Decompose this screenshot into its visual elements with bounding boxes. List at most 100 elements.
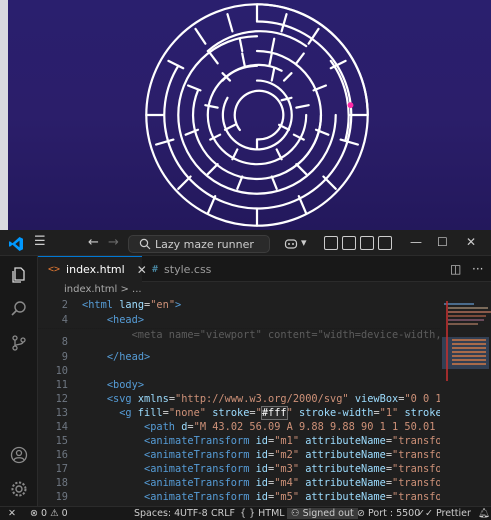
code-token: head bbox=[119, 351, 145, 363]
code-line[interactable]: 8 bbox=[38, 335, 440, 350]
code-editor[interactable]: 2 <html lang="en"> 4 <head> <meta name="vi… bbox=[38, 297, 440, 506]
accounts-status[interactable]: ⚇ Signed out bbox=[287, 508, 358, 519]
code-token: "m1" bbox=[274, 435, 300, 447]
broadcast-icon: ⊘ bbox=[357, 508, 365, 519]
indentation-status[interactable]: Spaces: 4 bbox=[134, 508, 180, 519]
back-arrow-icon[interactable]: ← bbox=[88, 235, 99, 250]
tab-index-html[interactable]: <> index.html ✕ bbox=[38, 256, 147, 282]
code-line[interactable]: 14 <path d="M 43.02 56.09 A 9.88 9.88 90… bbox=[38, 420, 440, 435]
code-token: animateTransform bbox=[150, 463, 250, 475]
activity-bar bbox=[0, 256, 38, 506]
live-server-port-status[interactable]: ⊘ Port : 5500 bbox=[357, 508, 420, 519]
code-token: stroke-linecap bbox=[404, 407, 440, 419]
split-editor-icon[interactable]: ◫ bbox=[450, 262, 461, 276]
more-actions-icon[interactable]: ··· bbox=[472, 262, 483, 276]
line-number: 16 bbox=[55, 449, 68, 461]
sticky-scroll-line[interactable]: 4 <head> bbox=[38, 313, 440, 328]
eol-status[interactable]: CRLF bbox=[211, 508, 235, 519]
double-check-icon: ✓✓ bbox=[417, 508, 433, 519]
code-token: stroke bbox=[206, 407, 250, 419]
minimap[interactable] bbox=[440, 297, 491, 506]
toggle-primary-sidebar-icon[interactable] bbox=[324, 236, 338, 250]
code-token: viewBox bbox=[348, 393, 399, 405]
prettier-status[interactable]: ✓✓ Prettier bbox=[417, 508, 471, 519]
warning-icon: ⚠ bbox=[50, 508, 59, 519]
code-line[interactable]: 10 bbox=[38, 364, 440, 379]
breadcrumb[interactable]: index.html > ... bbox=[38, 282, 491, 297]
language-label: HTML bbox=[258, 508, 285, 519]
tab-label: style.css bbox=[164, 262, 212, 276]
remote-indicator-icon[interactable]: ✕ bbox=[0, 508, 24, 520]
line-number: 4 bbox=[61, 314, 68, 326]
encoding-status[interactable]: UTF-8 bbox=[180, 508, 208, 519]
search-view-icon[interactable] bbox=[10, 300, 28, 318]
code-line[interactable]: 13 <g fill="none" stroke="#fff" stroke-w… bbox=[38, 406, 440, 421]
close-window-icon[interactable]: ✕ bbox=[466, 235, 476, 249]
code-line[interactable]: 16 <animateTransform id="m2" attributeNa… bbox=[38, 448, 440, 463]
copilot-icon bbox=[284, 239, 298, 249]
code-token: "M 43.02 56.09 A 9.88 9.88 90 1 1 50.01 … bbox=[193, 421, 436, 433]
code-line[interactable]: 12 <svg xmlns="http://www.w3.org/2000/sv… bbox=[38, 392, 440, 407]
line-number: 17 bbox=[55, 463, 68, 475]
signed-out-label: Signed out bbox=[302, 508, 354, 519]
language-mode-status[interactable]: { } HTML bbox=[240, 508, 285, 519]
code-line[interactable]: 19 <animateTransform id="m5" attributeNa… bbox=[38, 490, 440, 505]
code-token: "en" bbox=[150, 299, 176, 311]
maximize-icon[interactable]: ☐ bbox=[437, 235, 448, 249]
explorer-icon[interactable] bbox=[10, 266, 28, 284]
code-token: > bbox=[144, 351, 151, 363]
prettier-label: Prettier bbox=[435, 508, 471, 519]
line-number: 18 bbox=[55, 477, 68, 489]
copilot-button[interactable]: ▾ bbox=[282, 235, 312, 253]
code-token: "m4" bbox=[274, 477, 300, 489]
code-token: > bbox=[137, 314, 145, 326]
code-line[interactable]: 17 <animateTransform id="m3" attributeNa… bbox=[38, 462, 440, 477]
source-control-icon[interactable] bbox=[10, 334, 28, 352]
toggle-secondary-sidebar-icon[interactable] bbox=[360, 236, 374, 250]
highlighted-token: #fff bbox=[260, 406, 288, 420]
sticky-scroll-line[interactable]: 2 <html lang="en"> bbox=[38, 298, 440, 313]
toggle-panel-icon[interactable] bbox=[342, 236, 356, 250]
forward-arrow-icon[interactable]: → bbox=[108, 235, 119, 250]
code-token: id bbox=[249, 435, 269, 447]
code-line[interactable]: 11 <body> bbox=[38, 378, 440, 393]
accounts-icon[interactable] bbox=[10, 446, 28, 464]
code-token: d bbox=[175, 421, 188, 433]
code-token: body bbox=[113, 379, 138, 391]
tab-style-css[interactable]: # style.css bbox=[142, 256, 222, 282]
problems-indicator[interactable]: ⊗ 0 ⚠ 0 bbox=[30, 508, 68, 519]
command-center-search[interactable]: Lazy maze runner bbox=[128, 235, 270, 253]
code-token: fill bbox=[131, 407, 163, 419]
braces-icon: { } bbox=[240, 508, 256, 519]
code-line[interactable]: 9 </head> bbox=[38, 350, 440, 365]
vscode-logo-icon bbox=[9, 237, 23, 251]
code-token: attributeName bbox=[299, 449, 386, 461]
notifications-bell-icon[interactable]: 🔔︎ bbox=[478, 508, 490, 519]
code-line[interactable]: 15 <animateTransform id="m1" attributeNa… bbox=[38, 434, 440, 449]
command-center-label: Lazy maze runner bbox=[155, 237, 254, 251]
code-token: "http://www.w3.org/2000/svg" bbox=[175, 393, 349, 405]
error-count: 0 bbox=[41, 508, 48, 519]
person-icon: ⚇ bbox=[291, 508, 300, 519]
code-token: attributeName bbox=[299, 491, 386, 503]
minimize-icon[interactable]: — bbox=[410, 235, 422, 249]
title-bar: ☰ ← → Lazy maze runner ▾ — ☐ ✕ bbox=[0, 232, 491, 256]
code-token: attributeName bbox=[299, 477, 386, 489]
line-number: 9 bbox=[61, 351, 68, 363]
search-icon bbox=[139, 238, 151, 250]
manage-gear-icon[interactable] bbox=[10, 480, 28, 498]
code-token: xmlns bbox=[131, 393, 169, 405]
line-number: 10 bbox=[55, 365, 68, 377]
code-token: id bbox=[249, 491, 269, 503]
customize-layout-icon[interactable] bbox=[378, 236, 392, 250]
code-token: animateTransform bbox=[150, 477, 250, 489]
code-token: "1" bbox=[379, 407, 399, 419]
menu-hamburger-icon[interactable]: ☰ bbox=[34, 234, 46, 249]
code-line[interactable]: 18 <animateTransform id="m4" attributeNa… bbox=[38, 476, 440, 491]
